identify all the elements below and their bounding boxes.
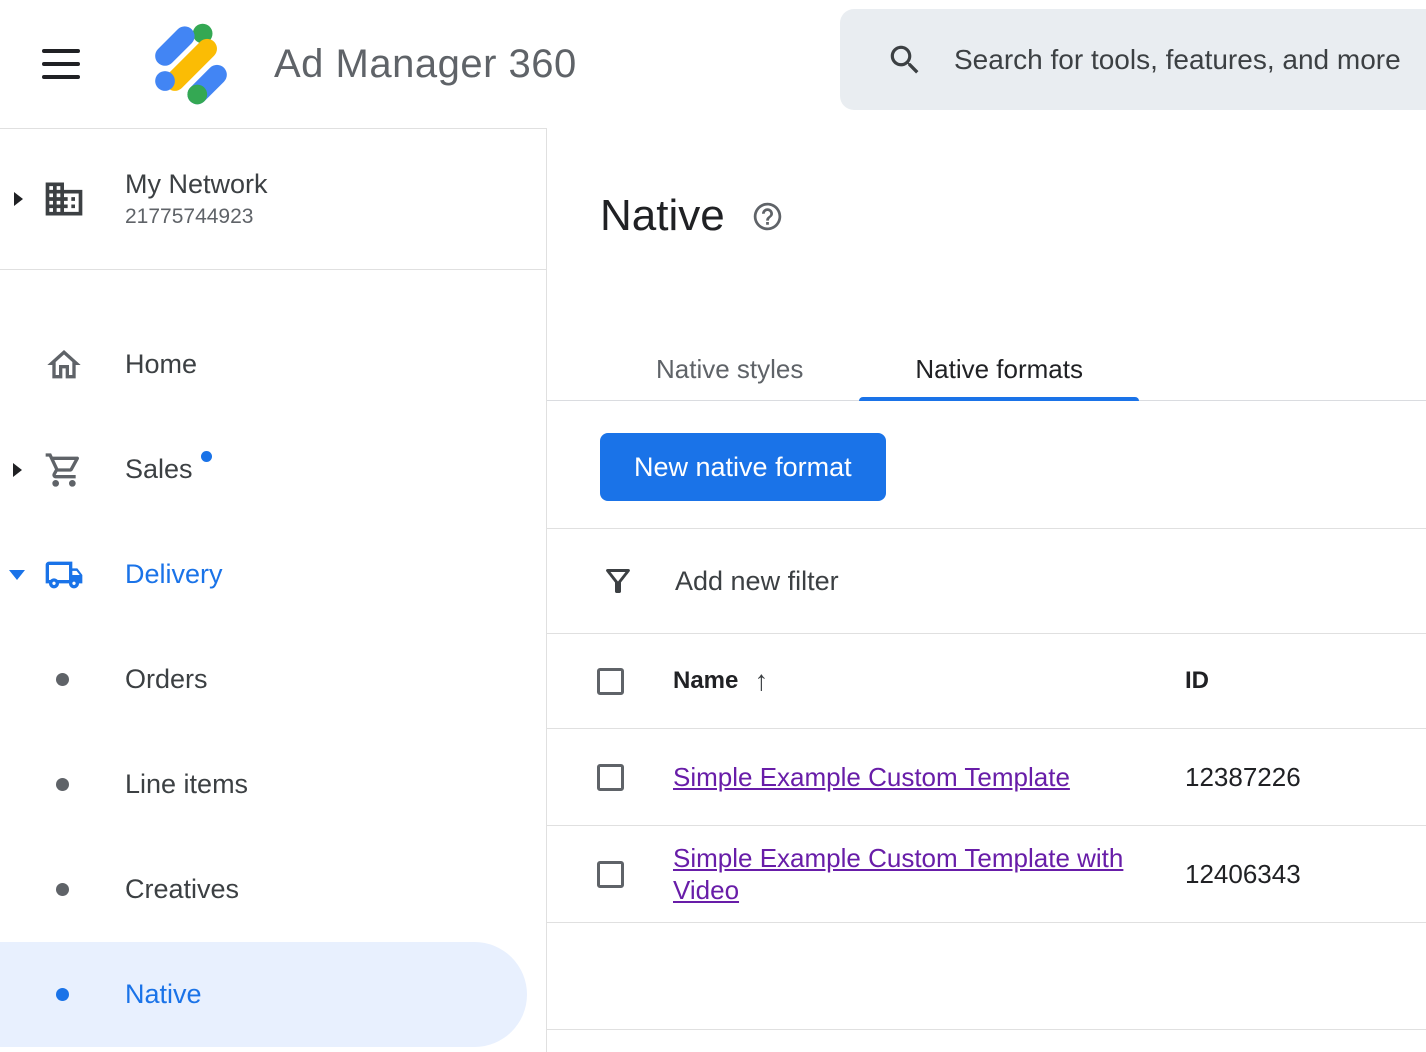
menu-button[interactable] [42,47,82,81]
sidebar-item-label: Line items [125,769,248,800]
table-row: Simple Example Custom Template 12387226 [547,729,1426,826]
home-icon [44,345,84,385]
sidebar-item-sales[interactable]: Sales [0,417,546,522]
sidebar-item-orders[interactable]: Orders [0,627,546,732]
tab-native-styles[interactable]: Native styles [600,338,859,400]
search-icon [886,41,924,79]
ad-manager-logo-icon [148,21,234,107]
sidebar-item-label: Creatives [125,874,239,905]
page-title: Native [600,191,725,241]
bullet-icon [56,778,69,791]
sidebar-item-label: Orders [125,664,208,695]
sidebar-item-native[interactable]: Native [0,942,527,1047]
sidebar-item-label: Sales [125,454,193,485]
table-row: Simple Example Custom Template with Vide… [547,826,1426,923]
native-format-id: 12406343 [1185,859,1301,889]
tab-bar: Native styles Native formats [547,338,1426,401]
tab-label: Native styles [656,354,803,385]
sidebar-item-label: Home [125,349,197,380]
page-header: Native [547,128,1426,246]
search-placeholder: Search for tools, features, and more [954,44,1401,76]
sidebar-item-label: Native [125,979,202,1010]
tab-native-formats[interactable]: Native formats [859,338,1139,400]
collapse-arrow-icon[interactable] [9,570,25,580]
sidebar-nav: Home Sales Delivery [0,270,546,1047]
table-empty-area [547,923,1426,1030]
tab-label: Native formats [915,354,1083,385]
filter-bar[interactable]: Add new filter [547,528,1426,633]
search-bar[interactable]: Search for tools, features, and more [840,9,1426,110]
network-name: My Network [125,169,268,200]
sidebar-item-delivery[interactable]: Delivery [0,522,546,627]
native-format-id: 12387226 [1185,762,1301,792]
native-format-link[interactable]: Simple Example Custom Template [673,761,1070,794]
truck-icon [44,554,84,596]
sidebar-item-line-items[interactable]: Line items [0,732,546,837]
notification-dot [201,451,212,462]
building-icon [42,177,86,221]
expand-arrow-icon[interactable] [13,463,22,477]
column-header-name[interactable]: Name [673,667,738,695]
select-all-checkbox[interactable] [597,668,624,695]
sort-ascending-icon[interactable]: ↑ [754,665,768,697]
top-bar: Ad Manager 360 Search for tools, feature… [0,0,1426,128]
help-icon[interactable] [751,200,784,233]
native-formats-table: Name ↑ ID Simple Example Custom Template… [547,633,1426,1030]
bullet-icon [56,883,69,896]
sidebar-item-home[interactable]: Home [0,312,546,417]
row-checkbox[interactable] [597,764,624,791]
filter-funnel-icon [600,563,636,599]
native-format-link[interactable]: Simple Example Custom Template with Vide… [673,842,1141,907]
main-content: Native Native styles Native formats New … [547,128,1426,1052]
app-title: Ad Manager 360 [274,42,577,87]
bullet-icon [56,673,69,686]
column-header-id: ID [1185,667,1209,694]
new-native-format-button[interactable]: New native format [600,433,886,501]
cart-icon [44,450,84,490]
expand-arrow-icon[interactable] [14,192,23,206]
sidebar: My Network 21775744923 Home [0,128,547,1052]
network-selector[interactable]: My Network 21775744923 [0,129,546,269]
sidebar-item-creatives[interactable]: Creatives [0,837,546,942]
row-checkbox[interactable] [597,861,624,888]
network-id: 21775744923 [125,205,268,229]
table-header-row: Name ↑ ID [547,633,1426,729]
sidebar-item-label: Delivery [125,559,223,590]
filter-placeholder: Add new filter [675,566,839,597]
action-row: New native format [547,401,1426,528]
bullet-icon [56,988,69,1001]
